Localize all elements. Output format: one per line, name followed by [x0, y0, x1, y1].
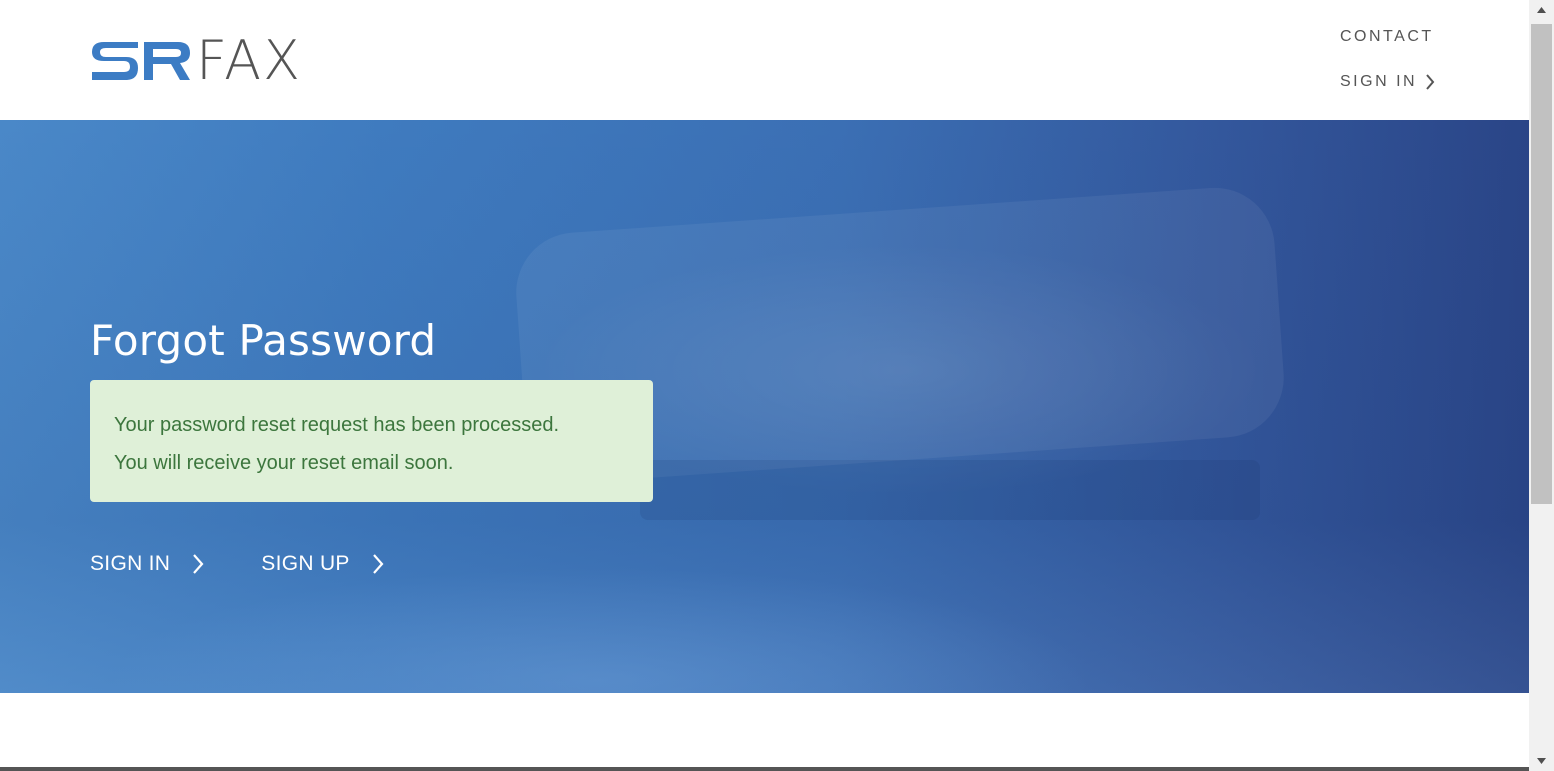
hero-links: SIGN IN SIGN UP [90, 552, 384, 576]
nav-contact-label: CONTACT [1340, 28, 1434, 45]
alert-message-line-2: You will receive your reset email soon. [114, 452, 454, 474]
logo-text: FAX [196, 29, 303, 92]
hero-banner: Forgot Password Your password reset requ… [0, 120, 1529, 693]
signin-link[interactable]: SIGN IN [90, 552, 204, 576]
site-header: FAX CONTACT SIGN IN [0, 0, 1529, 120]
scrollbar-thumb[interactable] [1531, 24, 1552, 504]
sr-logo-mark [90, 38, 192, 84]
page-title: Forgot Password [90, 316, 437, 365]
page: FAX CONTACT SIGN IN Forgot Password Your… [0, 0, 1529, 771]
signup-link-label: SIGN UP [261, 552, 350, 575]
nav-signin-link[interactable]: SIGN IN [1340, 73, 1435, 91]
srfax-logo[interactable]: FAX [90, 29, 303, 92]
chevron-right-icon [1426, 74, 1435, 90]
signin-link-label: SIGN IN [90, 552, 171, 575]
nav-signin-label: SIGN IN [1340, 73, 1418, 90]
vertical-scrollbar[interactable] [1529, 0, 1554, 771]
signup-link[interactable]: SIGN UP [261, 552, 384, 576]
nav-contact-link[interactable]: CONTACT [1340, 28, 1434, 46]
alert-message-line-1: Your password reset request has been pro… [114, 414, 560, 436]
hero-background-laptop [640, 460, 1260, 520]
footer-top-border [0, 767, 1529, 771]
success-alert: Your password reset request has been pro… [90, 380, 653, 502]
scroll-up-arrow-icon[interactable] [1529, 0, 1554, 20]
chevron-right-icon [372, 554, 384, 574]
chevron-right-icon [193, 554, 204, 574]
scroll-down-arrow-icon[interactable] [1529, 751, 1554, 771]
